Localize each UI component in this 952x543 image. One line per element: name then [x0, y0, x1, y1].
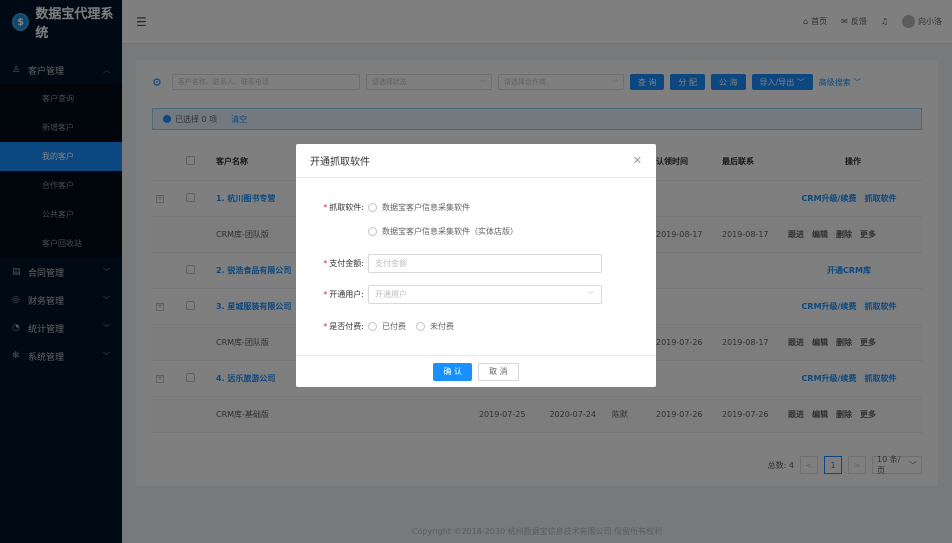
open-crawl-software-dialog: 开通抓取软件 ✕ * 抓取软件: 数据宝客户信息采集软件 数据宝客户信息采集软件（… [296, 144, 656, 387]
amount-field: * 支付金额: 支付金额 [296, 254, 602, 273]
software-label-text: 抓取软件: [329, 203, 364, 212]
amount-label: * 支付金额: [323, 259, 364, 268]
paid-label-text: 是否付费: [329, 322, 364, 331]
close-icon[interactable]: ✕ [633, 154, 642, 167]
radio-icon [368, 322, 377, 331]
paid-yes-label: 已付费 [382, 322, 406, 331]
cancel-button[interactable]: 取 消 [478, 362, 519, 381]
radio-icon [368, 227, 377, 236]
dialog-footer: 确 认 取 消 [296, 355, 656, 387]
user-select[interactable]: 开通用户 ﹀ [368, 285, 602, 304]
dialog-title: 开通抓取软件 [310, 157, 370, 168]
software-option-2[interactable]: 数据宝客户信息采集软件（实体店版） [368, 226, 518, 237]
paid-label: * 是否付费: [323, 322, 364, 331]
radio-icon [416, 322, 425, 331]
software-option-1[interactable]: 数据宝客户信息采集软件 [368, 202, 470, 213]
software-label: * 抓取软件: [323, 203, 364, 212]
software-field-2: 数据宝客户信息采集软件（实体店版） [368, 226, 528, 237]
paid-option-yes[interactable]: 已付费 [368, 321, 406, 332]
paid-option-no[interactable]: 未付费 [416, 321, 454, 332]
paid-no-label: 未付费 [430, 322, 454, 331]
amount-label-text: 支付金额: [329, 259, 364, 268]
confirm-button[interactable]: 确 认 [433, 362, 472, 381]
amount-input[interactable]: 支付金额 [368, 254, 602, 273]
paid-field: * 是否付费: 已付费 未付费 [296, 321, 464, 332]
software-field: * 抓取软件: 数据宝客户信息采集软件 [296, 202, 480, 213]
dialog-header: 开通抓取软件 ✕ [296, 144, 656, 178]
user-label: * 开通用户: [323, 290, 364, 299]
user-placeholder: 开通用户 [375, 290, 407, 299]
user-label-text: 开通用户: [329, 290, 364, 299]
software-option-1-label: 数据宝客户信息采集软件 [382, 203, 470, 212]
software-option-2-label: 数据宝客户信息采集软件（实体店版） [382, 227, 518, 236]
user-field: * 开通用户: 开通用户 ﹀ [296, 285, 602, 304]
chevron-down-icon: ﹀ [587, 290, 594, 299]
radio-icon [368, 203, 377, 212]
